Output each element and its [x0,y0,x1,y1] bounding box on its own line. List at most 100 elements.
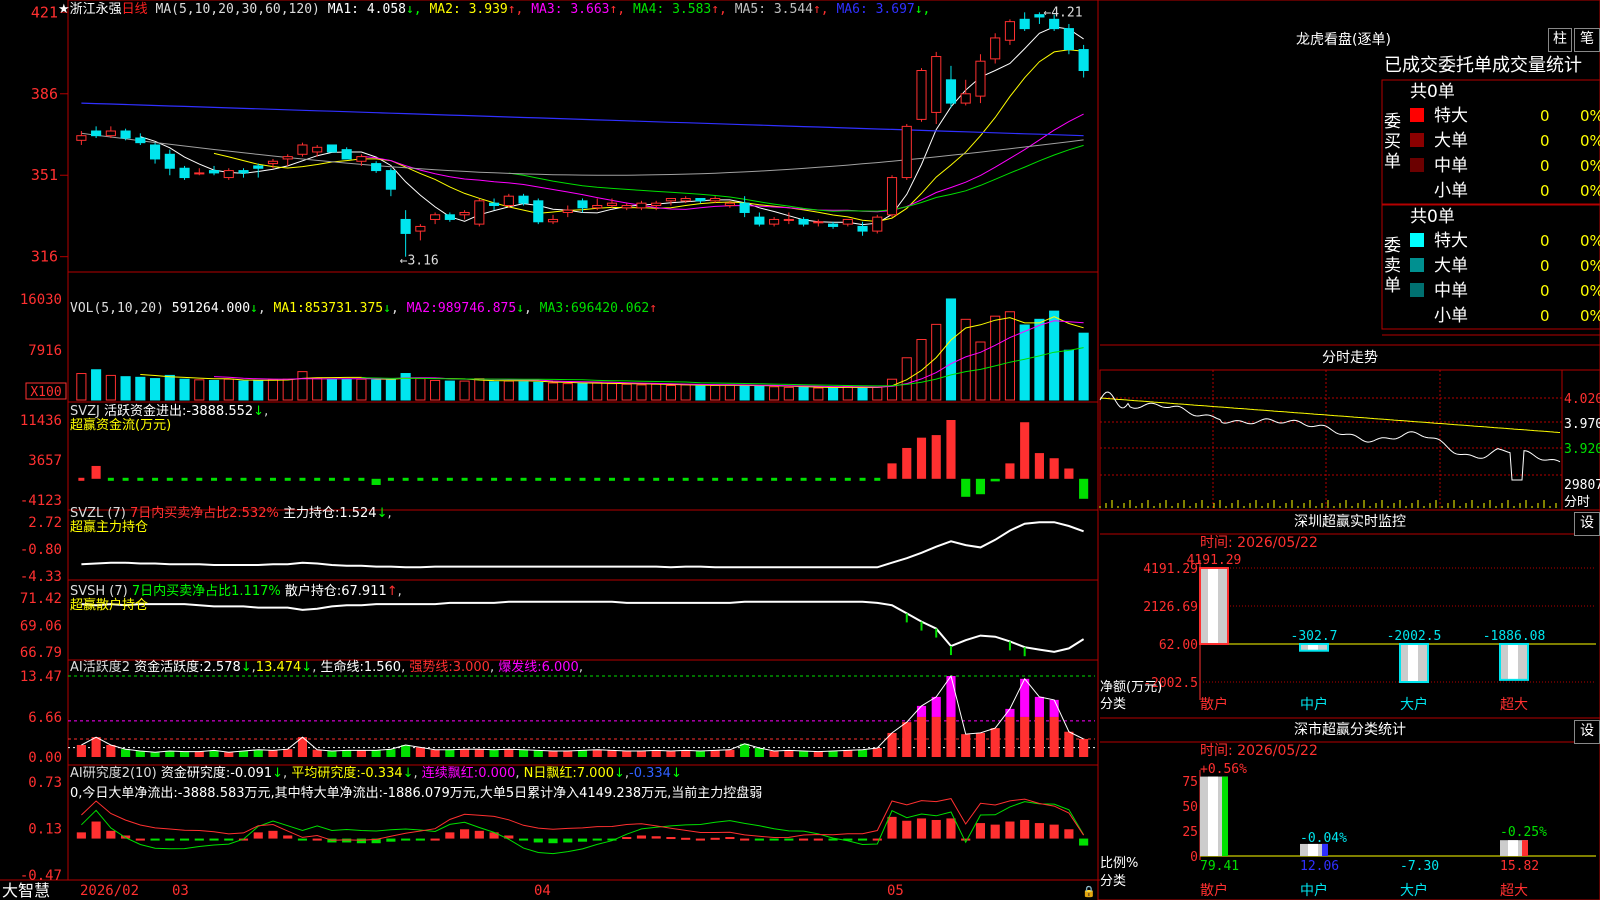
ai-research-bar [518,838,529,841]
intraday-tick-1: 3.970 [1564,417,1600,432]
svzj-bar [874,477,881,481]
avg-research-value: -0.334 [360,766,403,781]
svzj-bar [1020,422,1030,479]
svzj-bar [446,477,453,481]
ai-active-bar [872,747,882,757]
dragon-title: 龙虎看盘(逐单) [1296,32,1391,48]
vol-bar [223,378,234,401]
vol-bar [886,378,898,401]
ai-active-bar [1005,716,1015,757]
ai-research-bar [356,838,366,844]
ai-research-bar [872,838,882,841]
sz-bar-shine [1308,644,1318,651]
ai-research-bar [1020,819,1030,839]
ai-research-bar [592,838,602,841]
ai-active-bar [695,750,705,757]
vol-bar [326,378,338,401]
candle [149,144,161,160]
svzj-bar [343,477,350,481]
candle [1049,18,1060,30]
period-label[interactable]: 日线 [122,2,148,17]
ai-active-bar [135,750,145,757]
candle [1078,49,1089,72]
lock-icon[interactable]: 🔒 [1082,884,1096,899]
ai-active-bar [518,749,529,757]
svzj-bar [1034,453,1044,479]
candle [238,170,249,174]
sz-settings-button[interactable]: 设 [1574,512,1600,536]
row-label: 大单 [1434,131,1468,151]
kline-y-tick-0: 421 [31,3,58,21]
svzj-bar [284,477,291,481]
ai-active-bar [975,732,986,757]
ai-research-bar [386,838,396,842]
svzj-bar [771,477,778,481]
vol-bar [312,377,323,401]
right-panel-frame [1097,0,1600,900]
vol-bar [474,378,485,401]
svzj-bar [990,478,1000,482]
svzj-bar [417,477,424,481]
ai-active-bar [946,716,956,757]
ai-research-bar [312,838,322,841]
candle [754,216,765,225]
ai-research-bar [710,837,720,840]
ai-active-bar [106,744,116,757]
ai-research-bar [931,819,941,839]
svsh-title: SVSH (7) [70,584,128,599]
ai-research-bar [799,838,809,841]
ai-active-bar [474,749,484,757]
ai-active-bar [843,750,853,757]
ai-active-bar [430,749,440,757]
kline-y-tick-3: 316 [31,248,58,266]
candle [547,218,559,223]
ai-active-bar [194,751,204,757]
vol-bar [135,376,146,401]
row-label: 中单 [1434,156,1468,176]
ai-research-header: AI研究度2(10) 资金研究度:-0.091↓, 平均研究度:-0.334↓,… [70,766,682,781]
bar-mode-button[interactable]: 柱 [1548,28,1572,52]
ai-active-bar [740,743,750,757]
svzj-bar [623,477,630,481]
panel-frame-6 [67,764,1099,881]
candle [1063,28,1074,51]
intraday-title[interactable]: 分时走势 [1100,348,1600,368]
candle [695,198,706,202]
class-settings-button[interactable]: 设 [1574,720,1600,744]
svsh-label: 散户持仓: [284,584,342,599]
ai-active-bar [121,749,131,757]
candle [76,135,87,141]
sz-ylabel: 净额(万元) [1100,680,1163,695]
candle [208,170,220,174]
vol-bar [120,376,131,401]
ai-research-title: AI研究度2(10) [70,766,157,781]
ai-research-bar [548,838,558,844]
candle [724,202,735,206]
class-top-1: -0.04% [1300,831,1347,846]
stock-name[interactable]: ★浙江永强 [58,2,122,17]
ai-research-bar [179,838,190,841]
ai-research-bar [622,837,632,840]
svzj-bar [402,477,409,481]
class-y-tick-2: 25 [1182,825,1198,840]
class-top-0: +0.56% [1200,762,1247,777]
sz-y-tick-1: 2126.69 [1143,600,1198,615]
x-label-2: 04 [534,883,551,899]
class-bar-shine [1508,840,1518,856]
svzj-bar [726,477,733,481]
vol-bar [769,386,780,401]
pen-mode-button[interactable]: 笔 [1574,28,1600,52]
sz-category-1: 中户 [1300,697,1328,713]
ai-active-bar [563,750,573,757]
ai-research-bar [150,838,160,841]
row-label: 特大 [1434,231,1468,251]
candle [592,204,603,209]
svzj-bar [211,477,218,481]
panel-frame-5 [67,659,1099,766]
candle [267,160,279,165]
candle [474,200,485,225]
svzj-bar [800,477,807,481]
candle [651,202,662,206]
ai-active-value: 2.578 [203,660,241,675]
ai-active-bar [857,749,868,757]
